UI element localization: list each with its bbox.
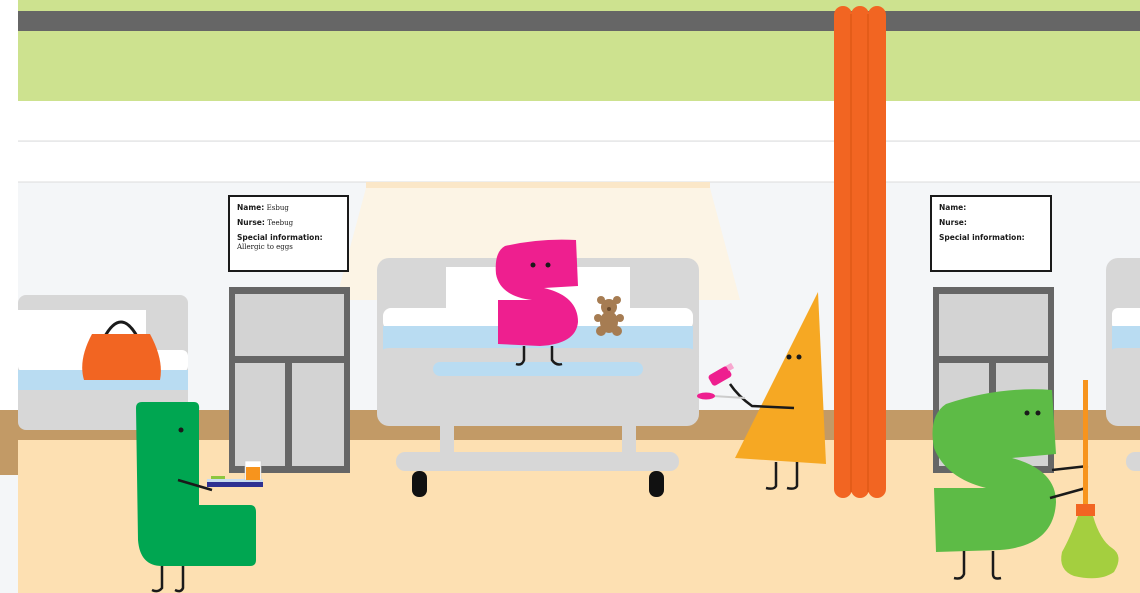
cabinet-left-door-1 xyxy=(235,363,285,466)
cabinet-left-door-2 xyxy=(292,363,344,466)
green-s-eye-left xyxy=(1024,410,1030,416)
patient-info-card-right: Name: Nurse: Special information: xyxy=(930,195,1052,272)
green-s-eye-right xyxy=(1035,410,1041,416)
nurse-value: Teebug xyxy=(267,219,294,227)
patient-info-card-left: Name: Esbug Nurse: Teebug Special inform… xyxy=(228,195,349,272)
nurse-label: Nurse: xyxy=(939,218,967,227)
curtain-fold-1 xyxy=(834,6,852,498)
special-info-value: Allergic to eggs xyxy=(237,243,293,251)
center-bed-rail xyxy=(433,362,643,376)
name-label: Name: xyxy=(237,203,265,212)
curtain-rail xyxy=(18,11,1140,31)
special-info-label: Special information: xyxy=(939,233,1025,242)
nurse-label: Nurse: xyxy=(237,218,265,227)
bed-wheel-left xyxy=(412,471,427,497)
special-info-label: Special information: xyxy=(237,233,323,242)
name-label: Name: xyxy=(939,203,967,212)
center-bed-leg-right xyxy=(622,424,636,456)
teddy-bear-icon xyxy=(594,296,624,336)
lamp xyxy=(366,182,710,188)
wall-stripe-lower xyxy=(18,142,1140,182)
wall-stripe-upper xyxy=(18,101,1140,141)
cabinet-left-drawer xyxy=(235,294,344,356)
curtain-fold-3 xyxy=(868,6,886,498)
nurse-eye-right xyxy=(796,354,802,360)
cabinet-right-drawer xyxy=(939,294,1048,356)
center-bed-leg-left xyxy=(440,424,454,456)
left-edge xyxy=(0,0,18,440)
pink-s-eye-left xyxy=(530,262,536,268)
pink-s-eye-right xyxy=(545,262,551,268)
right-bed-base xyxy=(1106,348,1140,426)
name-value: Esbug xyxy=(266,204,289,212)
hospital-ward-scene xyxy=(0,0,1140,593)
center-bed-base xyxy=(377,348,699,426)
center-bed-frame xyxy=(396,452,679,471)
curtain-fold-2 xyxy=(851,6,869,498)
handbag-body xyxy=(82,334,161,380)
nurse-eye-left xyxy=(786,354,792,360)
floor-left-edge xyxy=(0,440,18,475)
green-l-eye xyxy=(178,427,184,433)
bed-wheel-right xyxy=(649,471,664,497)
